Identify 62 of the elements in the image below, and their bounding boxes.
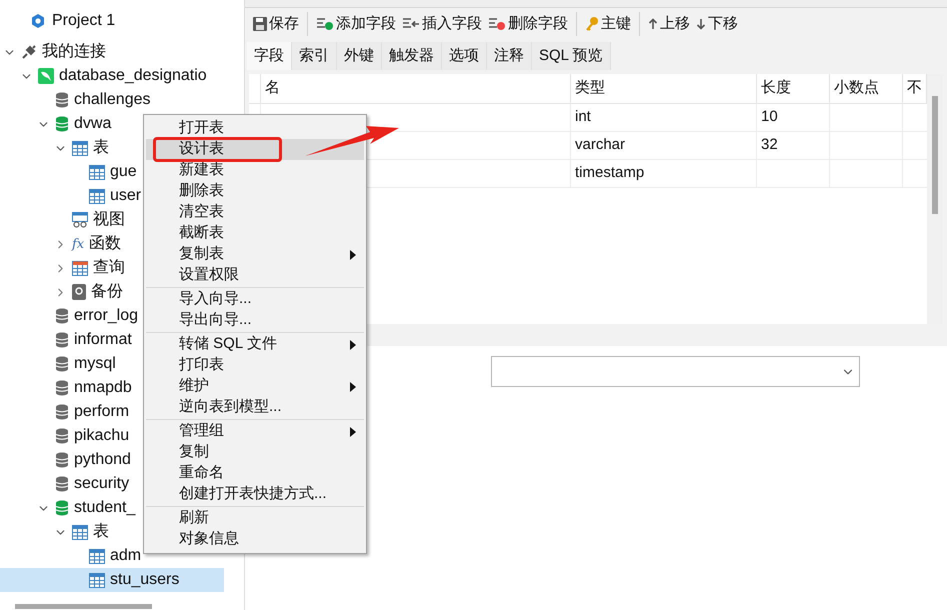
plug-icon	[21, 44, 37, 60]
toolbar-button[interactable]: 主键	[583, 11, 633, 37]
database-icon	[55, 500, 69, 516]
table-icon	[89, 572, 105, 588]
table-icon	[89, 548, 105, 564]
toolbar-button[interactable]: 下移	[694, 11, 740, 37]
view-icon	[72, 212, 88, 228]
tab[interactable]: 外键	[337, 42, 382, 70]
tab[interactable]: 索引	[292, 42, 337, 70]
database-icon	[55, 356, 69, 372]
database-icon	[55, 92, 69, 108]
tab[interactable]: 选项	[442, 42, 487, 70]
dropdown-field[interactable]	[491, 356, 860, 387]
database-icon	[55, 452, 69, 468]
add-field-icon	[316, 17, 334, 31]
database-icon	[55, 116, 69, 132]
tree-item[interactable]: 我的连接	[0, 40, 224, 64]
backup-icon	[72, 284, 86, 300]
column-header[interactable]: 长度	[757, 74, 830, 103]
toolbar-button[interactable]: 删除字段	[486, 11, 570, 37]
tab[interactable]: 注释	[487, 42, 532, 70]
insert-field-icon	[402, 17, 420, 31]
toolbar-button[interactable]: 上移	[646, 11, 692, 37]
table-cell: int	[571, 104, 757, 131]
vertical-scrollbar[interactable]	[932, 96, 938, 214]
key-icon	[585, 16, 599, 32]
database-icon	[55, 308, 69, 324]
tree-item[interactable]: stu_users	[0, 568, 224, 592]
toolbar-button[interactable]: 添加字段	[314, 11, 398, 37]
table-cell: varchar	[571, 132, 757, 159]
tab[interactable]: 字段	[247, 42, 292, 70]
hexagon-icon	[30, 13, 46, 29]
arrow-up-icon	[648, 18, 658, 30]
database-icon	[55, 476, 69, 492]
database-icon	[55, 428, 69, 444]
database-icon	[55, 404, 69, 420]
project-title: Project 1	[52, 11, 116, 31]
tables-icon	[72, 524, 88, 540]
query-icon	[72, 260, 88, 276]
dolphin-icon	[38, 68, 54, 84]
table-icon	[89, 188, 105, 204]
tree-item[interactable]: database_designatio	[0, 64, 224, 88]
table-cell: 10	[757, 104, 830, 131]
horizontal-scrollbar[interactable]	[15, 604, 152, 609]
database-icon	[55, 380, 69, 396]
table-cell: 32	[757, 132, 830, 159]
function-icon: fx	[72, 238, 84, 250]
database-icon	[55, 332, 69, 348]
table-icon	[89, 164, 105, 180]
table-cell: timestamp	[571, 160, 757, 187]
toolbar-button[interactable]: 插入字段	[400, 11, 484, 37]
column-header[interactable]: 小数点	[830, 74, 903, 103]
save-icon	[253, 17, 267, 31]
tab[interactable]: SQL 预览	[532, 42, 611, 70]
arrow-down-icon	[696, 18, 706, 30]
tab[interactable]: 触发器	[382, 42, 442, 70]
tables-icon	[72, 140, 88, 156]
tree-item[interactable]: challenges	[0, 88, 224, 112]
toolbar-button[interactable]: 保存	[251, 11, 301, 37]
column-header[interactable]: 类型	[571, 74, 757, 103]
column-header[interactable]: 名	[261, 74, 571, 103]
delete-field-icon	[488, 17, 506, 31]
